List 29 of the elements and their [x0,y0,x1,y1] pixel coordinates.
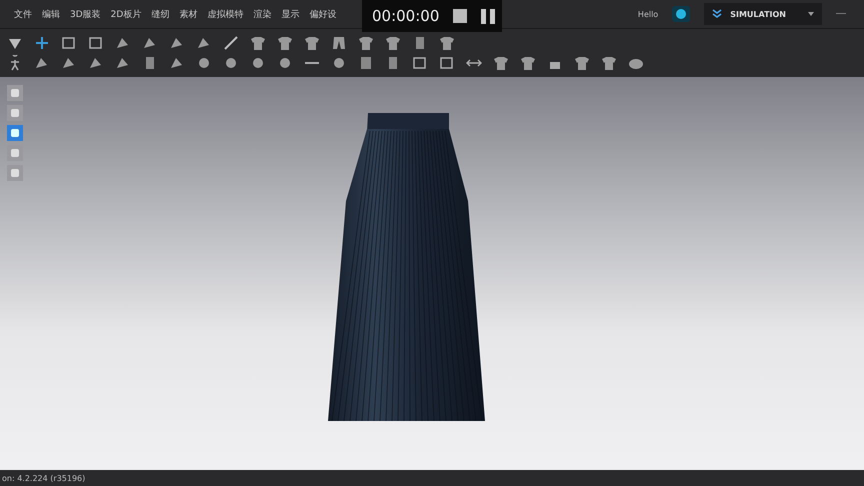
menu-item[interactable]: 虚拟模特 [207,8,244,20]
menu-item[interactable]: 偏好设 [309,8,336,20]
minimize-icon[interactable] [836,12,846,16]
menu-item[interactable]: 显示 [281,8,300,20]
needle-icon[interactable] [222,35,240,51]
pants-icon[interactable] [330,35,348,51]
mode-dropdown[interactable]: SIMULATION [704,3,822,25]
menu-item[interactable]: 编辑 [42,8,60,20]
pause-icon[interactable] [481,8,496,24]
menu-item[interactable]: 2D板片 [110,8,142,20]
cloud-icon[interactable] [672,6,690,22]
square-icon[interactable] [60,35,78,51]
square-icon[interactable] [87,35,105,51]
greeting-text: Hello [638,10,658,18]
plus-icon[interactable] [33,35,51,51]
chevron-icon [712,9,722,19]
version-text: on: 4.2.224 (r35196) [2,474,86,482]
square-icon[interactable] [438,55,456,71]
square-icon [9,127,21,139]
timer-text: 00:00:00 [372,7,440,25]
menu-item[interactable]: 文件 [14,8,32,20]
caret-icon [808,12,814,16]
menu-item[interactable]: 素材 [179,8,198,20]
side-tool-button[interactable] [7,125,23,141]
menu-item[interactable]: 渲染 [253,8,272,20]
stop-icon[interactable] [453,9,468,23]
square-icon[interactable] [411,55,429,71]
menu-item[interactable]: 缝纫 [151,8,170,20]
menu-item[interactable]: 3D服装 [70,8,101,20]
